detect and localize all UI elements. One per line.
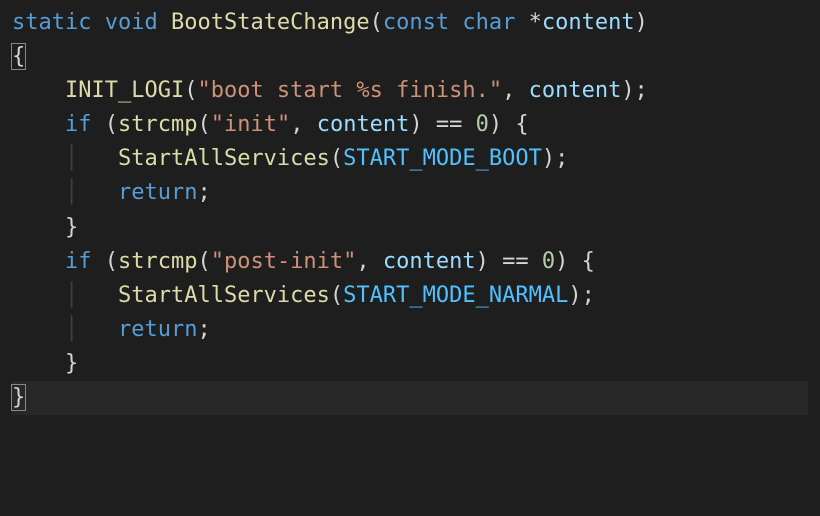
function-call: strcmp (118, 249, 197, 274)
identifier: content (383, 249, 476, 274)
code-line: │ return; (12, 180, 211, 205)
indent-guide: │ (65, 283, 78, 308)
number-literal: 0 (476, 112, 489, 137)
keyword-void: void (105, 10, 158, 35)
star-op: * (529, 10, 542, 35)
keyword-const: const (383, 10, 449, 35)
code-line: } (12, 215, 78, 240)
code-line: │ StartAllServices(START_MODE_NARMAL); (12, 283, 595, 308)
code-line: INIT_LOGI("boot start %s finish.", conte… (12, 78, 648, 103)
number-literal: 0 (542, 249, 555, 274)
keyword-return: return (118, 317, 197, 342)
indent-guide: │ (65, 146, 78, 171)
code-line: │ return; (12, 317, 211, 342)
enum-constant: START_MODE_BOOT (343, 146, 542, 171)
brace-close: } (65, 215, 78, 240)
keyword-if: if (65, 249, 92, 274)
operator-eqeq: == (502, 249, 529, 274)
paren-close: ) (635, 10, 648, 35)
keyword-if: if (65, 112, 92, 137)
code-line: } (12, 381, 808, 415)
brace-close: } (65, 351, 78, 376)
code-editor[interactable]: static void BootStateChange(const char *… (0, 0, 820, 421)
function-call: strcmp (118, 112, 197, 137)
identifier: content (317, 112, 410, 137)
string-literal: "boot start %s finish." (197, 78, 502, 103)
enum-constant: START_MODE_NARMAL (343, 283, 568, 308)
indent-guide: │ (65, 180, 78, 205)
operator-eqeq: == (436, 112, 463, 137)
string-literal: "post-init" (211, 249, 357, 274)
paren-open: ( (370, 10, 383, 35)
code-line: static void BootStateChange(const char *… (12, 10, 648, 35)
function-name: BootStateChange (171, 10, 370, 35)
code-line: if (strcmp("init", content) == 0) { (12, 112, 529, 137)
keyword-char: char (462, 10, 515, 35)
code-line: } (12, 351, 78, 376)
identifier: content (529, 78, 622, 103)
brace-open-highlight: { (11, 43, 26, 70)
code-line: { (12, 44, 25, 69)
keyword-static: static (12, 10, 91, 35)
code-line: if (strcmp("post-init", content) == 0) { (12, 249, 595, 274)
keyword-return: return (118, 180, 197, 205)
string-literal: "init" (211, 112, 290, 137)
function-call: INIT_LOGI (65, 78, 184, 103)
function-call: StartAllServices (118, 146, 330, 171)
indent-guide: │ (65, 317, 78, 342)
brace-close-highlight: } (11, 384, 26, 411)
param-content: content (542, 10, 635, 35)
code-line: │ StartAllServices(START_MODE_BOOT); (12, 146, 568, 171)
function-call: StartAllServices (118, 283, 330, 308)
